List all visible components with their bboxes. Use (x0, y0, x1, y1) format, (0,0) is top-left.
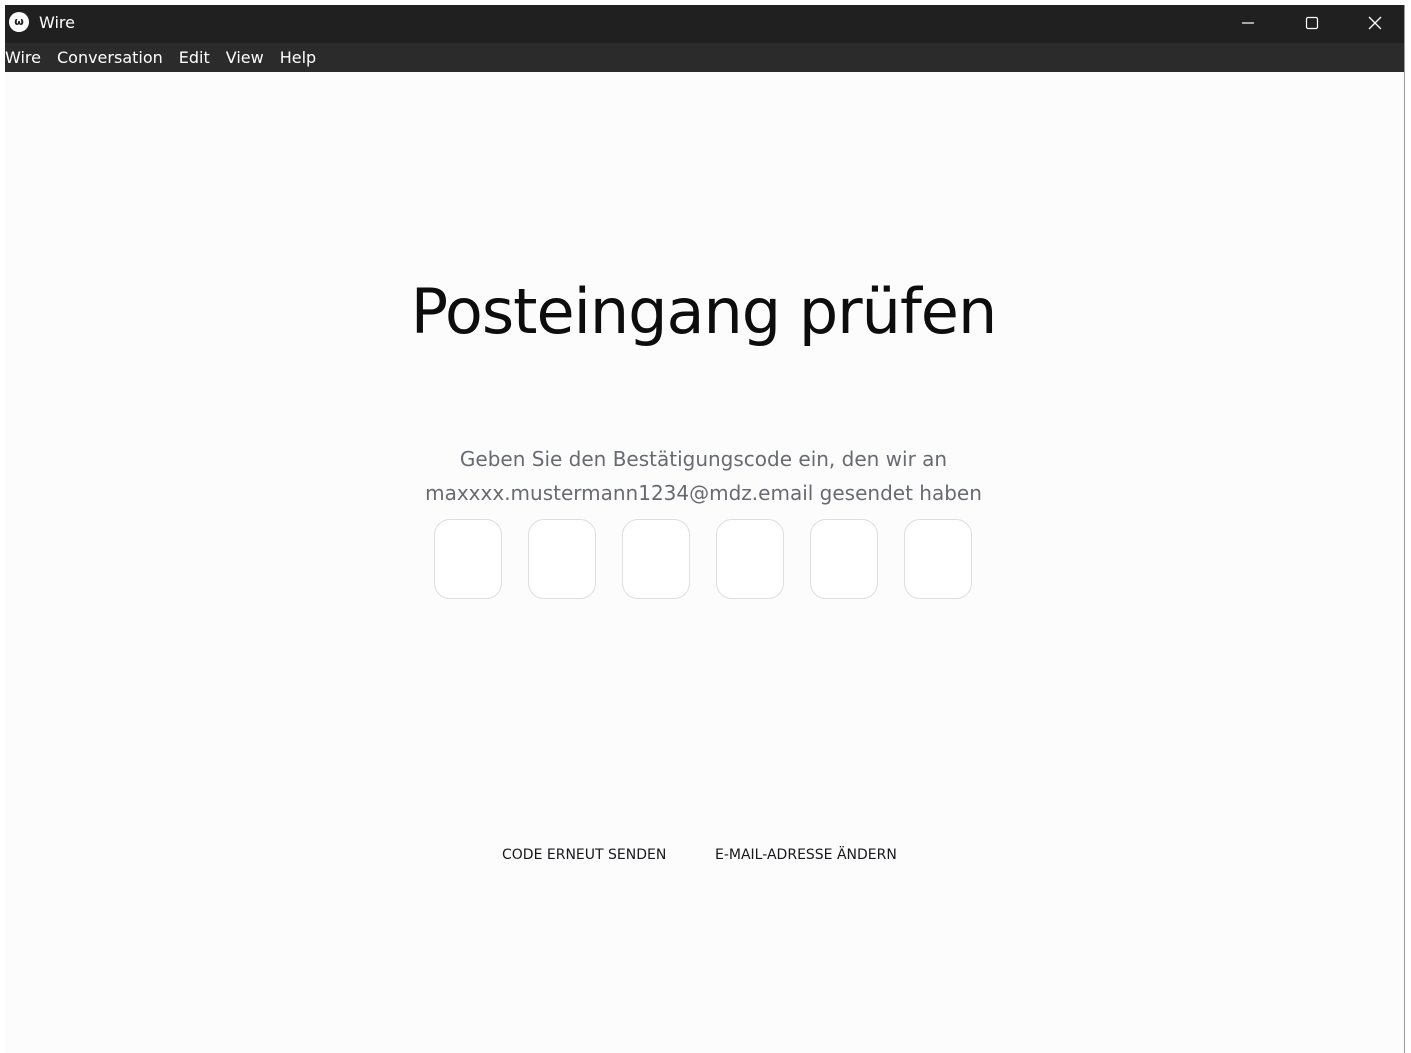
instruction-line-2: maxxxx.mustermann1234@mdz.email gesendet… (425, 481, 982, 505)
menu-item-help[interactable]: Help (280, 48, 316, 67)
resend-code-button[interactable]: CODE ERNEUT SENDEN (502, 847, 666, 863)
close-icon (1368, 16, 1382, 30)
code-digit-input-2[interactable] (528, 519, 596, 599)
menu-item-view[interactable]: View (226, 48, 264, 67)
page-title: Posteingang prüfen (410, 275, 998, 348)
code-digit-input-3[interactable] (622, 519, 690, 599)
verification-instructions: Geben Sie den Bestätigungscode ein, den … (5, 442, 1402, 510)
code-digit-input-6[interactable] (904, 519, 972, 599)
menu-item-conversation[interactable]: Conversation (57, 48, 163, 67)
change-email-button[interactable]: E-MAIL-ADRESSE ÄNDERN (715, 847, 897, 863)
window-title: Wire (39, 13, 75, 32)
menu-item-edit[interactable]: Edit (179, 48, 210, 67)
wire-logo-icon: ω (9, 12, 29, 32)
menu-bar: Wire Conversation Edit View Help (5, 43, 1404, 72)
code-digit-input-4[interactable] (716, 519, 784, 599)
code-digit-input-5[interactable] (810, 519, 878, 599)
minimize-icon (1242, 22, 1254, 24)
menu-item-wire[interactable]: Wire (5, 48, 41, 67)
title-bar: ω Wire (5, 5, 1404, 43)
verification-code-inputs (434, 519, 972, 599)
app-window: ω Wire Wire Conversation Edit View Help … (5, 5, 1405, 1053)
maximize-icon (1305, 16, 1319, 30)
close-button[interactable] (1345, 5, 1404, 41)
code-digit-input-1[interactable] (434, 519, 502, 599)
maximize-button[interactable] (1282, 5, 1342, 41)
instruction-line-1: Geben Sie den Bestätigungscode ein, den … (459, 447, 948, 471)
minimize-button[interactable] (1218, 5, 1278, 41)
